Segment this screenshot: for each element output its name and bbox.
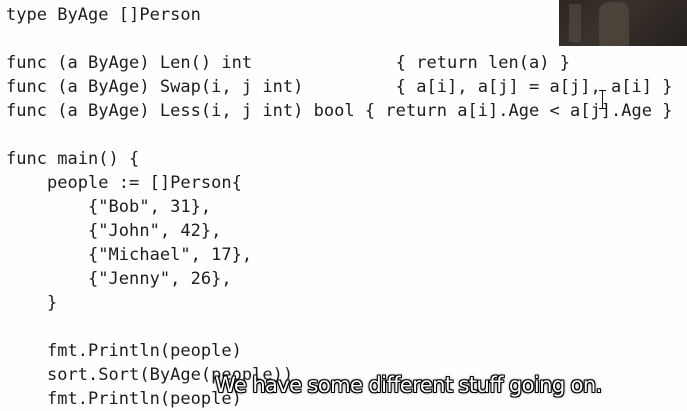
video-subtitle: We have some different stuff going on. [215,373,602,397]
code-line-12: {"Jenny", 26}, [6,269,232,289]
code-line-11: {"Michael", 17}, [6,245,253,265]
code-line-3: func (a ByAge) Len() int { return len(a)… [6,53,571,73]
webcam-overlay [559,0,687,46]
code-line-7: func main() { [6,149,140,169]
code-line-4: func (a ByAge) Swap(i, j int) { a[i], a[… [6,77,673,97]
code-line-9: {"Bob", 31}, [6,197,212,217]
code-line-5: func (a ByAge) Less(i, j int) bool { ret… [6,101,673,121]
webcam-highlight [569,4,581,42]
code-line-1: type ByAge []Person [6,5,201,25]
code-editor: type ByAge []Person func (a ByAge) Len()… [0,0,687,411]
code-line-15: fmt.Println(people) [6,341,242,361]
code-line-13: } [6,293,58,313]
code-line-8: people := []Person{ [6,173,242,193]
i-beam-cursor-icon [599,90,606,109]
code-line-17: fmt.Println(people) [6,389,242,409]
webcam-figure [599,2,629,46]
code-line-10: {"John", 42}, [6,221,222,241]
